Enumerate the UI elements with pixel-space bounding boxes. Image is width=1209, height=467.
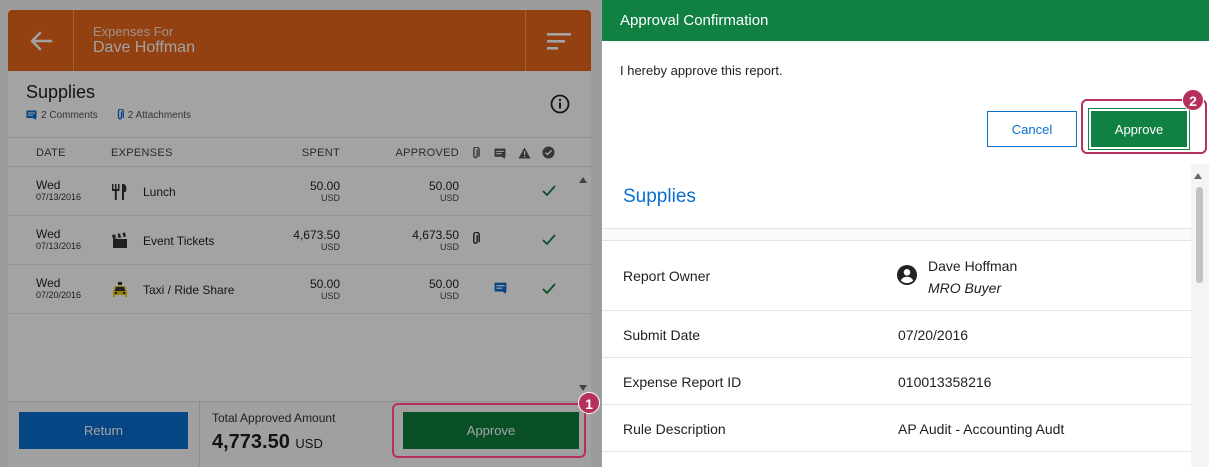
callout-frame-approve [392,403,586,458]
user-avatar-icon [897,265,917,285]
dialog-title: Approval Confirmation [602,0,1209,41]
dialog-message: I hereby approve this report. [620,63,783,78]
callout-badge-1: 1 [578,392,600,414]
report-id-label: Expense Report ID [623,374,742,390]
details-band [602,229,1191,241]
cancel-button[interactable]: Cancel [987,111,1077,147]
modal-overlay [0,0,602,467]
owner-label: Report Owner [623,268,711,284]
report-id-value: 010013358216 [898,374,992,390]
owner-role: MRO Buyer [928,280,1002,296]
details-title: Supplies [623,186,696,207]
callout-badge-2: 2 [1182,89,1204,111]
detail-row-submit-date: Submit Date 07/20/2016 [602,311,1191,358]
submit-date-value: 07/20/2016 [898,327,969,343]
approval-dialog: Approval Confirmation I hereby approve t… [602,0,1209,467]
detail-row-rule: Rule Description AP Audit - Accounting A… [602,405,1191,452]
submit-date-label: Submit Date [623,327,701,343]
scrollbar-thumb[interactable] [1196,187,1203,283]
expense-report-panel: Expenses For Dave Hoffman Supplies 2 Com… [0,0,602,467]
scrollbar-up-arrow[interactable] [1194,173,1202,179]
rule-value: AP Audit - Accounting Audt [898,421,1065,437]
rule-label: Rule Description [623,421,726,437]
detail-row-report-id: Expense Report ID 010013358216 [602,358,1191,405]
report-details: Supplies Report Owner Dave Hoffman MRO B… [602,164,1191,467]
owner-name: Dave Hoffman [928,258,1018,274]
